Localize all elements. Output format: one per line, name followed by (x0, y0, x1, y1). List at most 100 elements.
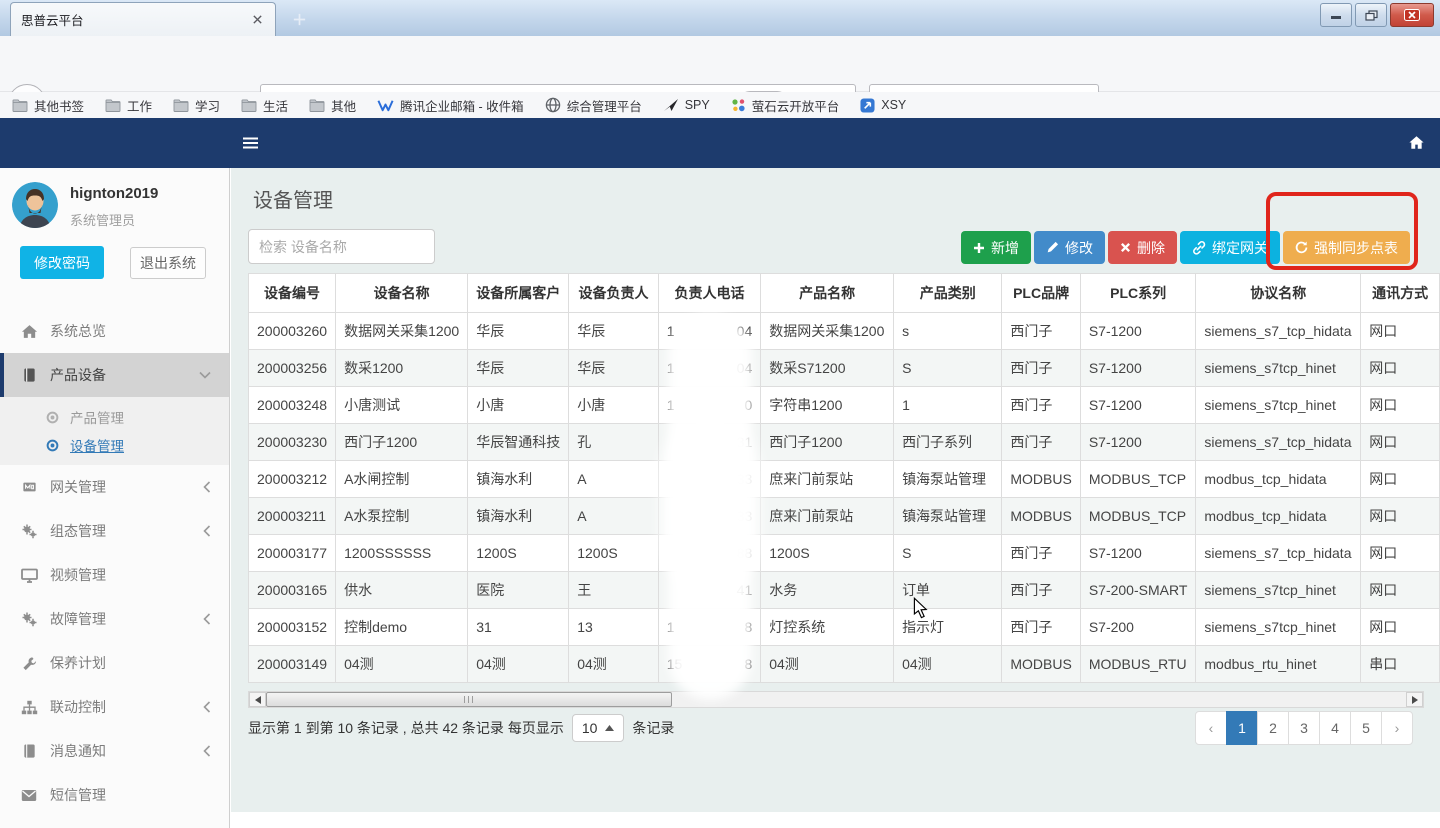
scroll-left-button[interactable] (249, 692, 266, 707)
table-cell: A水闸控制 (336, 461, 468, 498)
table-row[interactable]: 200003152控制demo311318灯控系统指示灯西门子S7-200sie… (249, 609, 1440, 646)
logout-button[interactable]: 退出系统 (130, 247, 206, 279)
column-header[interactable]: 协议名称 (1196, 274, 1361, 313)
column-header[interactable]: 设备负责人 (569, 274, 659, 313)
pagination-prev[interactable]: ‹ (1195, 711, 1227, 745)
pagination-page-3[interactable]: 3 (1288, 711, 1320, 745)
sidebar-item[interactable]: 短信管理 (0, 773, 229, 817)
table-cell: 西门子 (1002, 609, 1080, 646)
action-button-x[interactable]: 删除 (1108, 231, 1177, 264)
column-header[interactable]: PLC品牌 (1002, 274, 1080, 313)
table-cell: 网口 (1361, 498, 1440, 535)
restore-button[interactable] (1355, 3, 1387, 27)
user-panel: hignton2019 系统管理员 修改密码 退出系统 (0, 168, 229, 308)
bookmark-item[interactable]: XSY (860, 98, 906, 113)
sidebar-subitem[interactable]: 产品管理 (0, 403, 229, 431)
page-size-dropdown[interactable]: 10 (572, 714, 625, 742)
sidebar-item[interactable]: 组态管理 (0, 509, 229, 553)
table-row[interactable]: 200003260数据网关采集1200华辰华辰104数据网关采集1200s西门子… (249, 313, 1440, 350)
action-button-refresh[interactable]: 强制同步点表 (1283, 231, 1410, 264)
action-button-plus[interactable]: 新增 (961, 231, 1031, 264)
bookmark-item[interactable]: 其他书签 (12, 96, 84, 115)
table-row[interactable]: 2000031771200SSSSSS1200S1200S881200SS西门子… (249, 535, 1440, 572)
sidebar-item[interactable]: 产品设备 (0, 353, 229, 397)
column-header[interactable]: 负责人电话 (658, 274, 761, 313)
change-password-button[interactable]: 修改密码 (20, 246, 104, 279)
bookmark-item[interactable]: 工作 (105, 96, 152, 115)
pagination-page-5[interactable]: 5 (1350, 711, 1382, 745)
sidebar-item[interactable]: 故障管理 (0, 597, 229, 641)
bookmark-item[interactable]: SPY (663, 98, 710, 112)
table-row[interactable]: 200003165供水医院王41水务订单西门子S7-200-SMARTsieme… (249, 572, 1440, 609)
sidebar-item-label: 网关管理 (50, 477, 106, 497)
scrollbar-thumb[interactable] (266, 692, 672, 707)
bookmark-item[interactable]: 生活 (241, 96, 288, 115)
sidebar-item-label: 故障管理 (50, 609, 106, 629)
scroll-right-button[interactable] (1406, 692, 1423, 707)
table-row[interactable]: 200003211A水泵控制镇海水利A33庶来门前泵站镇海泵站管理MODBUSM… (249, 498, 1440, 535)
column-header[interactable]: PLC系列 (1080, 274, 1196, 313)
sidebar-item[interactable]: 网关管理 (0, 465, 229, 509)
table-row[interactable]: 200003212A水闸控制镇海水利A33庶来门前泵站镇海泵站管理MODBUSM… (249, 461, 1440, 498)
app-home-icon[interactable] (1408, 135, 1425, 150)
sidebar-item[interactable]: 视频管理 (0, 553, 229, 597)
thumb-grip (464, 696, 474, 703)
browser-tab[interactable]: 思普云平台 (10, 2, 276, 36)
sidebar-subitem[interactable]: 设备管理 (0, 431, 229, 459)
bookmark-label: 其他书签 (34, 96, 84, 115)
scrollbar-track[interactable] (266, 692, 1406, 707)
action-button-pencil[interactable]: 修改 (1034, 231, 1105, 264)
phone-fragment-right: 88 (737, 545, 753, 561)
phone-fragment-right: 8 (744, 656, 752, 672)
sidebar-collapse-icon[interactable] (243, 137, 258, 149)
chevron-left-icon (203, 525, 211, 537)
sidebar-item[interactable]: 保养计划 (0, 641, 229, 685)
tab-close-icon[interactable] (249, 12, 265, 28)
bookmark-item[interactable]: 萤石云开放平台 (731, 96, 840, 115)
action-button-link[interactable]: 绑定网关 (1180, 231, 1280, 264)
column-header[interactable]: 产品名称 (761, 274, 894, 313)
table-cell: 31 (468, 609, 569, 646)
sidebar-item[interactable]: 车间管理 (0, 817, 229, 828)
sidebar-item-label: 保养计划 (50, 653, 106, 673)
avatar[interactable] (12, 182, 58, 228)
bookmark-item[interactable]: 腾讯企业邮箱 - 收件箱 (377, 96, 524, 115)
table-cell: 西门子 (1002, 572, 1080, 609)
window-controls (1320, 3, 1434, 27)
pagination-page-4[interactable]: 4 (1319, 711, 1351, 745)
column-header[interactable]: 设备名称 (336, 274, 468, 313)
table-cell: 镇海泵站管理 (894, 498, 1002, 535)
column-header[interactable]: 设备所属客户 (468, 274, 569, 313)
page-title: 设备管理 (253, 184, 333, 213)
column-header[interactable]: 设备编号 (249, 274, 336, 313)
sidebar-item[interactable]: 消息通知 (0, 729, 229, 773)
table-cell: 网口 (1361, 609, 1440, 646)
table-row[interactable]: 200003256数采1200华辰华辰104数采S71200S西门子S7-120… (249, 350, 1440, 387)
device-search-input[interactable] (248, 229, 435, 264)
table-cell: 200003149 (249, 646, 336, 683)
sidebar-item[interactable]: 系统总览 (0, 309, 229, 353)
table-cell: 华辰 (569, 313, 659, 350)
table-cell: 04测 (468, 646, 569, 683)
new-tab-button[interactable] (286, 7, 312, 31)
horizontal-scrollbar[interactable] (248, 691, 1424, 708)
pagination-page-2[interactable]: 2 (1257, 711, 1289, 745)
table-cell: 数据网关采集1200 (761, 313, 894, 350)
bookmark-item[interactable]: 学习 (173, 96, 220, 115)
table-header-row: 设备编号设备名称设备所属客户设备负责人负责人电话产品名称产品类别PLC品牌PLC… (249, 274, 1440, 313)
pagination-next[interactable]: › (1381, 711, 1413, 745)
table-row[interactable]: 20000314904测04测04测15804测04测MODBUSMODBUS_… (249, 646, 1440, 683)
table-row[interactable]: 200003230西门子1200华辰智通科技孔31西门子1200西门子系列西门子… (249, 424, 1440, 461)
table-cell: 13 (569, 609, 659, 646)
column-header[interactable]: 产品类别 (894, 274, 1002, 313)
pagination-page-1[interactable]: 1 (1226, 711, 1258, 745)
table-cell: S7-200 (1080, 609, 1196, 646)
close-button[interactable] (1390, 3, 1434, 27)
table-cell: 西门子系列 (894, 424, 1002, 461)
sidebar-item[interactable]: 联动控制 (0, 685, 229, 729)
bookmark-item[interactable]: 其他 (309, 96, 356, 115)
column-header[interactable]: 通讯方式 (1361, 274, 1440, 313)
minimize-button[interactable] (1320, 3, 1352, 27)
table-row[interactable]: 200003248小唐测试小唐小唐10字符串12001西门子S7-1200sie… (249, 387, 1440, 424)
bookmark-item[interactable]: 综合管理平台 (545, 96, 642, 115)
